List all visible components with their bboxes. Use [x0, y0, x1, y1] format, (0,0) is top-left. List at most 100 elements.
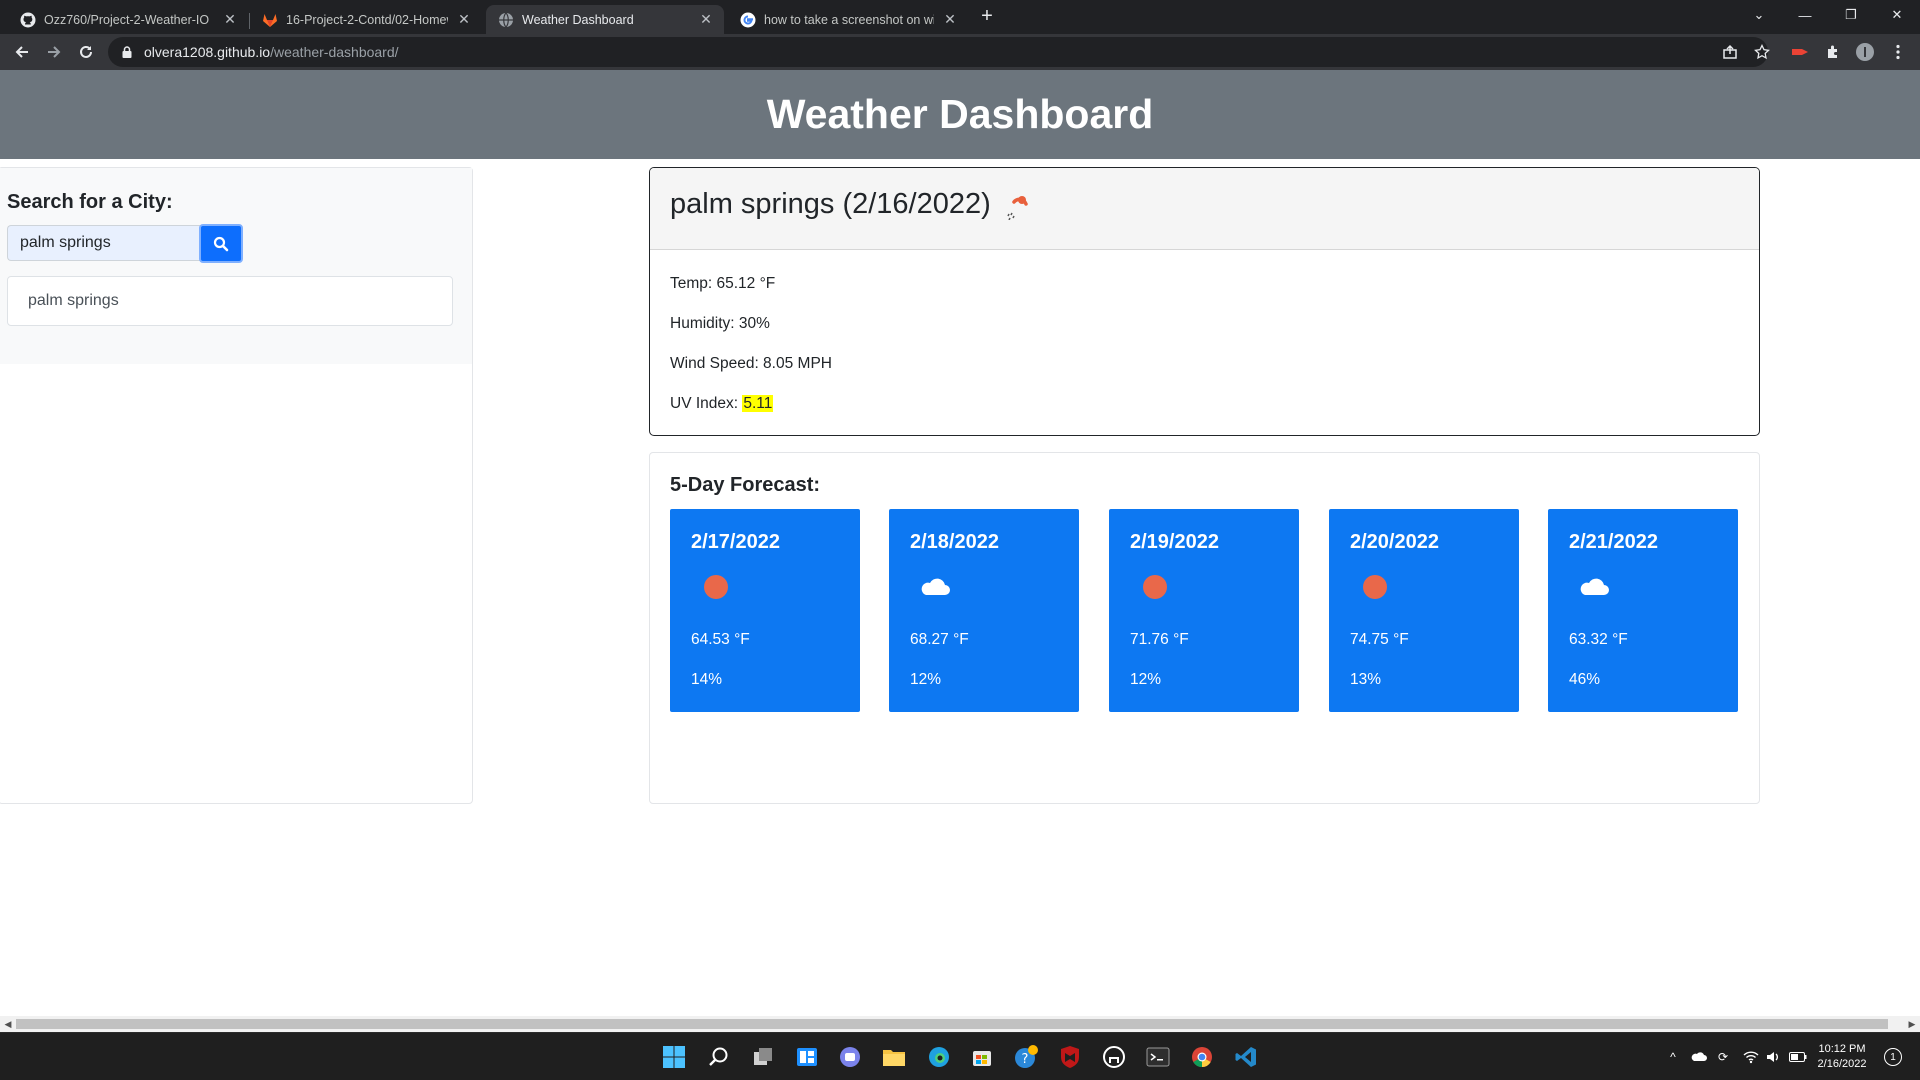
- google-icon: [740, 12, 756, 27]
- current-wind: Wind Speed: 8.05 MPH: [670, 355, 832, 372]
- extension-red-icon[interactable]: [1790, 42, 1810, 62]
- forecast-temp: 68.27 °F: [910, 631, 969, 648]
- browser-toolbar: olvera1208.github.io/weather-dashboard/: [0, 34, 1920, 70]
- back-icon[interactable]: [10, 40, 34, 64]
- notification-count-badge[interactable]: 1: [1884, 1048, 1902, 1066]
- widgets-icon[interactable]: [792, 1042, 822, 1072]
- forecast-date: 2/20/2022: [1350, 531, 1439, 553]
- bookmark-star-icon[interactable]: [1752, 42, 1772, 62]
- cloud-icon: [1580, 578, 1609, 595]
- browser-tab-active[interactable]: Weather Dashboard ✕: [486, 5, 724, 34]
- search-button[interactable]: [199, 224, 243, 263]
- get-help-icon[interactable]: ?: [1011, 1042, 1041, 1072]
- battery-icon[interactable]: [1789, 1048, 1807, 1066]
- file-explorer-icon[interactable]: [879, 1042, 909, 1072]
- tab-title: Ozz760/Project-2-Weather-IO: [44, 12, 210, 27]
- github-desktop-icon[interactable]: [1099, 1042, 1129, 1072]
- forecast-humidity: 13%: [1350, 671, 1382, 688]
- current-humidity: Humidity: 30%: [670, 315, 770, 332]
- uv-index-badge: 5.11: [742, 395, 774, 412]
- url-host: olvera1208.github.io: [144, 44, 271, 60]
- tab-title: how to take a screenshot on windows: [764, 12, 934, 27]
- forecast-humidity: 12%: [1130, 671, 1162, 688]
- globe-icon: [499, 12, 513, 27]
- current-temp: Temp: 65.12 °F: [670, 275, 776, 292]
- forecast-date: 2/17/2022: [691, 531, 780, 553]
- share-icon[interactable]: [1720, 42, 1740, 62]
- reload-icon[interactable]: [74, 40, 98, 64]
- close-tab-icon[interactable]: ✕: [222, 11, 238, 28]
- extensions-puzzle-icon[interactable]: [1823, 42, 1843, 62]
- volume-icon[interactable]: [1764, 1048, 1782, 1066]
- browser-tab[interactable]: Ozz760/Project-2-Weather-IO ✕: [8, 5, 248, 34]
- tray-chevron-icon[interactable]: ^: [1664, 1048, 1682, 1066]
- browser-tab[interactable]: how to take a screenshot on windows ✕: [728, 5, 968, 34]
- web-page: Weather Dashboard Search for a City: pal…: [0, 70, 1920, 1016]
- close-window-icon[interactable]: ✕: [1874, 0, 1920, 30]
- current-weather-card: palm springs (2/16/2022) Temp: 65.12 °F …: [649, 167, 1760, 436]
- wifi-icon[interactable]: [1742, 1048, 1760, 1066]
- forecast-humidity: 12%: [910, 671, 942, 688]
- forecast-date: 2/19/2022: [1130, 531, 1219, 553]
- close-tab-icon[interactable]: ✕: [698, 11, 714, 28]
- tab-search-icon[interactable]: ⌄: [1736, 0, 1782, 30]
- windows-taskbar: ? ^ ⟳ 10:12 PM 2/16/2022 1: [0, 1032, 1920, 1080]
- page-title: Weather Dashboard: [766, 91, 1154, 137]
- teams-chat-icon[interactable]: [835, 1042, 865, 1072]
- profile-avatar-icon[interactable]: [1855, 42, 1875, 62]
- edge-browser-icon[interactable]: [924, 1042, 954, 1072]
- forecast-card: 2/21/2022 63.32 °F 46%: [1548, 509, 1738, 712]
- forecast-humidity: 46%: [1569, 671, 1601, 688]
- sun-icon: [704, 575, 728, 599]
- forecast-section: 5-Day Forecast: 2/17/2022 64.53 °F 14% 2…: [649, 452, 1760, 804]
- terminal-icon[interactable]: [1143, 1042, 1173, 1072]
- search-heading: Search for a City:: [7, 191, 173, 213]
- tab-title: 16-Project-2-Contd/02-Homework: [286, 12, 448, 27]
- lock-icon[interactable]: [120, 45, 134, 59]
- close-tab-icon[interactable]: ✕: [456, 11, 472, 28]
- search-icon[interactable]: [704, 1042, 734, 1072]
- menu-kebab-icon[interactable]: [1888, 42, 1908, 62]
- minimize-icon[interactable]: —: [1782, 0, 1828, 30]
- forecast-card: 2/19/2022 71.76 °F 12%: [1109, 509, 1299, 712]
- gitlab-icon: [263, 13, 277, 27]
- forecast-card: 2/20/2022 74.75 °F 13%: [1329, 509, 1519, 712]
- forecast-temp: 71.76 °F: [1130, 631, 1189, 648]
- horizontal-scrollbar[interactable]: ◀ ▶: [0, 1016, 1920, 1032]
- uv-label: UV Index:: [670, 395, 743, 412]
- clock-date: 2/16/2022: [1817, 1058, 1867, 1070]
- taskbar-clock[interactable]: 10:12 PM 2/16/2022: [1812, 1042, 1872, 1072]
- forecast-temp: 63.32 °F: [1569, 631, 1628, 648]
- browser-tab[interactable]: 16-Project-2-Contd/02-Homework ✕: [250, 5, 482, 34]
- address-bar[interactable]: olvera1208.github.io/weather-dashboard/: [108, 37, 1768, 67]
- scroll-right-icon[interactable]: ▶: [1904, 1016, 1920, 1032]
- mcafee-shield-icon[interactable]: [1055, 1042, 1085, 1072]
- current-city-date: palm springs (2/16/2022): [670, 188, 991, 220]
- tab-title: Weather Dashboard: [522, 12, 634, 27]
- microsoft-store-icon[interactable]: [967, 1042, 997, 1072]
- city-search-input[interactable]: [7, 225, 200, 261]
- sun-rain-icon: [1007, 196, 1028, 220]
- page-header: Weather Dashboard: [0, 70, 1920, 159]
- start-windows-icon[interactable]: [659, 1042, 689, 1072]
- clock-time: 10:12 PM: [1818, 1043, 1866, 1055]
- close-tab-icon[interactable]: ✕: [942, 11, 958, 28]
- forecast-temp: 64.53 °F: [691, 631, 750, 648]
- forecast-date: 2/21/2022: [1569, 531, 1658, 553]
- scrollbar-thumb[interactable]: [16, 1019, 1888, 1029]
- task-view-icon[interactable]: [748, 1042, 778, 1072]
- current-uv-row: UV Index: 5.11: [670, 395, 774, 413]
- vscode-icon[interactable]: [1231, 1042, 1261, 1072]
- sync-icon[interactable]: ⟳: [1714, 1048, 1732, 1066]
- forecast-humidity: 14%: [691, 671, 723, 688]
- scroll-left-icon[interactable]: ◀: [0, 1016, 16, 1032]
- forward-icon[interactable]: [42, 40, 66, 64]
- svg-text:?: ?: [1022, 1052, 1029, 1067]
- search-history-item[interactable]: palm springs: [7, 276, 453, 326]
- new-tab-icon[interactable]: +: [976, 6, 998, 28]
- search-sidebar: Search for a City: palm springs: [0, 167, 473, 804]
- chrome-icon[interactable]: [1187, 1042, 1217, 1072]
- restore-icon[interactable]: ❐: [1828, 0, 1874, 30]
- onedrive-cloud-icon[interactable]: [1690, 1048, 1708, 1066]
- forecast-card: 2/18/2022 68.27 °F 12%: [889, 509, 1079, 712]
